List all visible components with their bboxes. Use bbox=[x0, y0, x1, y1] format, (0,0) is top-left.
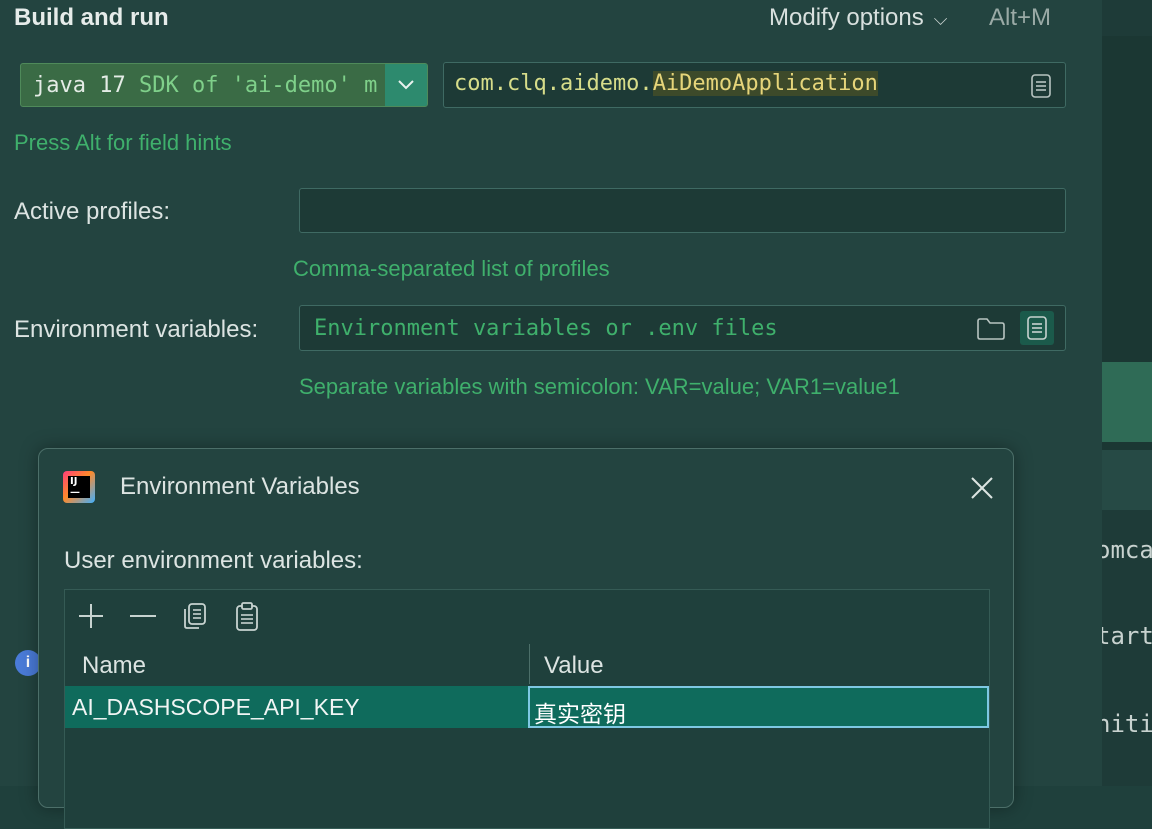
env-variables-hint: Separate variables with semicolon: VAR=v… bbox=[299, 374, 900, 399]
editor-strip-block bbox=[1102, 36, 1152, 362]
main-class-name: AiDemoApplication bbox=[652, 71, 878, 96]
intellij-logo: IJ — bbox=[63, 471, 95, 503]
env-variables-placeholder: Environment variables or .env files bbox=[314, 316, 778, 341]
field-hints-text: Press Alt for field hints bbox=[14, 130, 232, 155]
copy-icon[interactable] bbox=[179, 600, 211, 632]
environment-variables-dialog: IJ — Environment Variables User environme… bbox=[38, 448, 1014, 829]
env-variables-label: Environment variables: bbox=[14, 316, 259, 343]
sdk-detail-label: SDK of 'ai-demo' m bbox=[138, 73, 378, 98]
modify-options-button[interactable]: Modify options ⌵ bbox=[769, 4, 947, 32]
sdk-combobox[interactable]: java 17 SDK of 'ai-demo' m bbox=[20, 63, 428, 107]
editor-strip-text: nitia bbox=[1102, 710, 1152, 738]
main-class-text: com.clq.aidemo.AiDemoApplication bbox=[454, 71, 878, 96]
section-title: Build and run bbox=[14, 4, 169, 31]
env-var-value-cell[interactable]: 真实密钥 bbox=[528, 686, 989, 728]
editor-strip-block bbox=[1102, 450, 1152, 510]
expand-env-button[interactable] bbox=[1020, 311, 1054, 345]
dialog-title: Environment Variables bbox=[120, 473, 360, 500]
active-profiles-label: Active profiles: bbox=[14, 198, 171, 225]
folder-icon[interactable] bbox=[976, 316, 1006, 342]
env-var-name-cell[interactable]: AI_DASHSCOPE_API_KEY bbox=[72, 694, 360, 721]
chevron-down-icon bbox=[398, 80, 414, 90]
table-row[interactable]: AI_DASHSCOPE_API_KEY 真实密钥 bbox=[65, 686, 989, 728]
editor-strip-highlight bbox=[1102, 362, 1152, 442]
sdk-dropdown-button[interactable] bbox=[385, 64, 427, 106]
active-profiles-hint: Comma-separated list of profiles bbox=[293, 256, 610, 281]
user-env-variables-label: User environment variables: bbox=[64, 547, 363, 574]
column-header-name[interactable]: Name bbox=[82, 652, 146, 680]
chevron-down-icon: ⌵ bbox=[933, 9, 948, 29]
close-icon[interactable] bbox=[969, 475, 995, 501]
env-variables-table: Name Value AI_DASHSCOPE_API_KEY 真实密钥 bbox=[64, 589, 990, 829]
editor-strip-text: omca bbox=[1102, 536, 1152, 564]
intellij-logo-mark: IJ — bbox=[68, 476, 90, 498]
env-variables-input[interactable]: Environment variables or .env files bbox=[299, 305, 1066, 351]
main-class-package: com.clq.aidemo. bbox=[454, 71, 653, 96]
column-divider[interactable] bbox=[529, 644, 530, 684]
main-class-field[interactable]: com.clq.aidemo.AiDemoApplication bbox=[443, 62, 1066, 108]
editor-strip-text: tart bbox=[1102, 622, 1152, 650]
remove-icon[interactable] bbox=[127, 600, 159, 632]
expand-text-icon bbox=[1027, 316, 1047, 340]
column-header-value[interactable]: Value bbox=[544, 652, 604, 680]
table-header: Name Value bbox=[65, 642, 989, 686]
table-toolbar bbox=[65, 590, 989, 640]
modify-options-label: Modify options bbox=[769, 4, 924, 31]
run-config-panel: Build and run Modify options ⌵ Alt+M java… bbox=[0, 0, 1102, 829]
sdk-combobox-text: java 17 SDK of 'ai-demo' m bbox=[33, 73, 377, 98]
active-profiles-input[interactable] bbox=[299, 188, 1066, 233]
modify-options-shortcut: Alt+M bbox=[989, 4, 1052, 31]
editor-strip-block bbox=[1102, 442, 1152, 450]
add-icon[interactable] bbox=[75, 600, 107, 632]
env-var-value-text: 真实密钥 bbox=[534, 702, 626, 728]
sdk-main-label: java 17 bbox=[33, 73, 126, 98]
editor-background-strip: omca tart nitia bbox=[1102, 0, 1152, 786]
expand-text-icon[interactable] bbox=[1029, 73, 1053, 99]
paste-icon[interactable] bbox=[231, 600, 263, 632]
